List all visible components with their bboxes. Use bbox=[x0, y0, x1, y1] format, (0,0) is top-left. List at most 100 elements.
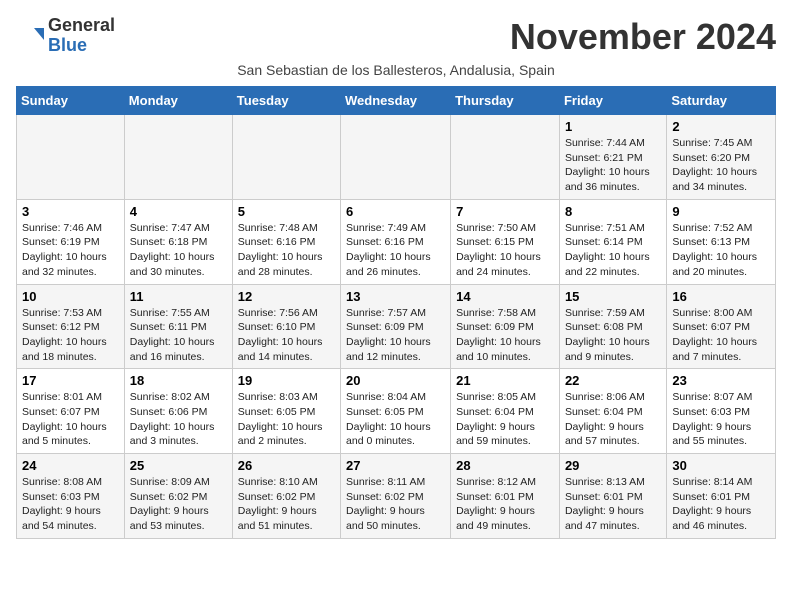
calendar-cell: 9 Sunrise: 7:52 AM Sunset: 6:13 PM Daylig… bbox=[667, 199, 776, 284]
day-number: 21 bbox=[456, 373, 554, 388]
location-subtitle: San Sebastian de los Ballesteros, Andalu… bbox=[16, 62, 776, 78]
calendar-header-row: SundayMondayTuesdayWednesdayThursdayFrid… bbox=[17, 87, 776, 115]
day-number: 29 bbox=[565, 458, 661, 473]
day-number: 8 bbox=[565, 204, 661, 219]
day-info: Sunrise: 7:50 AM Sunset: 6:15 PM Dayligh… bbox=[456, 221, 554, 280]
day-info: Sunrise: 7:53 AM Sunset: 6:12 PM Dayligh… bbox=[22, 306, 119, 365]
header-saturday: Saturday bbox=[667, 87, 776, 115]
calendar-cell: 17 Sunrise: 8:01 AM Sunset: 6:07 PM Dayli… bbox=[17, 369, 125, 454]
calendar-cell: 18 Sunrise: 8:02 AM Sunset: 6:06 PM Dayli… bbox=[124, 369, 232, 454]
day-info: Sunrise: 7:52 AM Sunset: 6:13 PM Dayligh… bbox=[672, 221, 770, 280]
day-info: Sunrise: 8:03 AM Sunset: 6:05 PM Dayligh… bbox=[238, 390, 335, 449]
day-number: 5 bbox=[238, 204, 335, 219]
calendar-cell: 29 Sunrise: 8:13 AM Sunset: 6:01 PM Dayli… bbox=[559, 454, 666, 539]
week-row-4: 24Sunrise: 8:08 AM Sunset: 6:03 PM Dayli… bbox=[17, 454, 776, 539]
day-info: Sunrise: 7:49 AM Sunset: 6:16 PM Dayligh… bbox=[346, 221, 445, 280]
header-friday: Friday bbox=[559, 87, 666, 115]
calendar-cell: 20 Sunrise: 8:04 AM Sunset: 6:05 PM Dayli… bbox=[341, 369, 451, 454]
calendar-cell: 2 Sunrise: 7:45 AM Sunset: 6:20 PM Daylig… bbox=[667, 115, 776, 200]
day-number: 2 bbox=[672, 119, 770, 134]
calendar-cell: 22Sunrise: 8:06 AM Sunset: 6:04 PM Dayli… bbox=[559, 369, 666, 454]
day-info: Sunrise: 7:46 AM Sunset: 6:19 PM Dayligh… bbox=[22, 221, 119, 280]
day-info: Sunrise: 8:04 AM Sunset: 6:05 PM Dayligh… bbox=[346, 390, 445, 449]
day-info: Sunrise: 8:02 AM Sunset: 6:06 PM Dayligh… bbox=[130, 390, 227, 449]
day-info: Sunrise: 7:48 AM Sunset: 6:16 PM Dayligh… bbox=[238, 221, 335, 280]
day-info: Sunrise: 7:51 AM Sunset: 6:14 PM Dayligh… bbox=[565, 221, 661, 280]
day-info: Sunrise: 8:10 AM Sunset: 6:02 PM Dayligh… bbox=[238, 475, 335, 534]
day-number: 18 bbox=[130, 373, 227, 388]
calendar-cell: 23 Sunrise: 8:07 AM Sunset: 6:03 PM Dayli… bbox=[667, 369, 776, 454]
day-info: Sunrise: 8:08 AM Sunset: 6:03 PM Dayligh… bbox=[22, 475, 119, 534]
calendar-cell: 25 Sunrise: 8:09 AM Sunset: 6:02 PM Dayli… bbox=[124, 454, 232, 539]
calendar-cell: 30 Sunrise: 8:14 AM Sunset: 6:01 PM Dayli… bbox=[667, 454, 776, 539]
day-info: Sunrise: 8:01 AM Sunset: 6:07 PM Dayligh… bbox=[22, 390, 119, 449]
calendar-cell bbox=[232, 115, 340, 200]
day-number: 4 bbox=[130, 204, 227, 219]
calendar-cell: 16 Sunrise: 8:00 AM Sunset: 6:07 PM Dayli… bbox=[667, 284, 776, 369]
day-number: 12 bbox=[238, 289, 335, 304]
day-info: Sunrise: 7:55 AM Sunset: 6:11 PM Dayligh… bbox=[130, 306, 227, 365]
day-number: 9 bbox=[672, 204, 770, 219]
calendar-cell: 8 Sunrise: 7:51 AM Sunset: 6:14 PM Daylig… bbox=[559, 199, 666, 284]
day-number: 22 bbox=[565, 373, 661, 388]
calendar-cell: 26 Sunrise: 8:10 AM Sunset: 6:02 PM Dayli… bbox=[232, 454, 340, 539]
day-info: Sunrise: 7:57 AM Sunset: 6:09 PM Dayligh… bbox=[346, 306, 445, 365]
day-number: 6 bbox=[346, 204, 445, 219]
calendar-cell: 15 Sunrise: 7:59 AM Sunset: 6:08 PM Dayli… bbox=[559, 284, 666, 369]
week-row-2: 10 Sunrise: 7:53 AM Sunset: 6:12 PM Dayli… bbox=[17, 284, 776, 369]
day-number: 3 bbox=[22, 204, 119, 219]
calendar-cell: 21 Sunrise: 8:05 AM Sunset: 6:04 PM Dayli… bbox=[451, 369, 560, 454]
calendar-cell: 14 Sunrise: 7:58 AM Sunset: 6:09 PM Dayli… bbox=[451, 284, 560, 369]
day-number: 1 bbox=[565, 119, 661, 134]
calendar-cell: 7Sunrise: 7:50 AM Sunset: 6:15 PM Daylig… bbox=[451, 199, 560, 284]
calendar-cell: 6 Sunrise: 7:49 AM Sunset: 6:16 PM Daylig… bbox=[341, 199, 451, 284]
day-info: Sunrise: 8:09 AM Sunset: 6:02 PM Dayligh… bbox=[130, 475, 227, 534]
day-number: 15 bbox=[565, 289, 661, 304]
day-info: Sunrise: 7:47 AM Sunset: 6:18 PM Dayligh… bbox=[130, 221, 227, 280]
day-number: 28 bbox=[456, 458, 554, 473]
day-info: Sunrise: 8:00 AM Sunset: 6:07 PM Dayligh… bbox=[672, 306, 770, 365]
day-info: Sunrise: 8:05 AM Sunset: 6:04 PM Dayligh… bbox=[456, 390, 554, 449]
header-sunday: Sunday bbox=[17, 87, 125, 115]
day-number: 30 bbox=[672, 458, 770, 473]
month-title: November 2024 bbox=[510, 16, 776, 58]
day-number: 25 bbox=[130, 458, 227, 473]
logo: General Blue bbox=[16, 16, 115, 56]
header-thursday: Thursday bbox=[451, 87, 560, 115]
day-number: 19 bbox=[238, 373, 335, 388]
calendar-cell: 10 Sunrise: 7:53 AM Sunset: 6:12 PM Dayli… bbox=[17, 284, 125, 369]
day-number: 16 bbox=[672, 289, 770, 304]
day-info: Sunrise: 8:07 AM Sunset: 6:03 PM Dayligh… bbox=[672, 390, 770, 449]
calendar-cell bbox=[17, 115, 125, 200]
logo-general-text: General bbox=[48, 15, 115, 35]
day-info: Sunrise: 7:59 AM Sunset: 6:08 PM Dayligh… bbox=[565, 306, 661, 365]
logo-blue-text: Blue bbox=[48, 35, 87, 55]
day-number: 20 bbox=[346, 373, 445, 388]
calendar-cell bbox=[451, 115, 560, 200]
day-number: 17 bbox=[22, 373, 119, 388]
week-row-0: 1 Sunrise: 7:44 AM Sunset: 6:21 PM Daylig… bbox=[17, 115, 776, 200]
calendar-cell: 13Sunrise: 7:57 AM Sunset: 6:09 PM Dayli… bbox=[341, 284, 451, 369]
day-number: 10 bbox=[22, 289, 119, 304]
calendar-cell: 5 Sunrise: 7:48 AM Sunset: 6:16 PM Daylig… bbox=[232, 199, 340, 284]
header-wednesday: Wednesday bbox=[341, 87, 451, 115]
day-info: Sunrise: 8:14 AM Sunset: 6:01 PM Dayligh… bbox=[672, 475, 770, 534]
calendar-table: SundayMondayTuesdayWednesdayThursdayFrid… bbox=[16, 86, 776, 539]
header-monday: Monday bbox=[124, 87, 232, 115]
day-number: 11 bbox=[130, 289, 227, 304]
calendar-cell: 1 Sunrise: 7:44 AM Sunset: 6:21 PM Daylig… bbox=[559, 115, 666, 200]
day-info: Sunrise: 7:56 AM Sunset: 6:10 PM Dayligh… bbox=[238, 306, 335, 365]
calendar-cell: 3 Sunrise: 7:46 AM Sunset: 6:19 PM Daylig… bbox=[17, 199, 125, 284]
calendar-cell: 27Sunrise: 8:11 AM Sunset: 6:02 PM Dayli… bbox=[341, 454, 451, 539]
day-info: Sunrise: 8:13 AM Sunset: 6:01 PM Dayligh… bbox=[565, 475, 661, 534]
calendar-cell: 11 Sunrise: 7:55 AM Sunset: 6:11 PM Dayli… bbox=[124, 284, 232, 369]
calendar-cell: 19 Sunrise: 8:03 AM Sunset: 6:05 PM Dayli… bbox=[232, 369, 340, 454]
day-number: 23 bbox=[672, 373, 770, 388]
day-number: 26 bbox=[238, 458, 335, 473]
day-number: 14 bbox=[456, 289, 554, 304]
day-info: Sunrise: 7:58 AM Sunset: 6:09 PM Dayligh… bbox=[456, 306, 554, 365]
calendar-cell: 28Sunrise: 8:12 AM Sunset: 6:01 PM Dayli… bbox=[451, 454, 560, 539]
day-info: Sunrise: 7:44 AM Sunset: 6:21 PM Dayligh… bbox=[565, 136, 661, 195]
header-tuesday: Tuesday bbox=[232, 87, 340, 115]
day-info: Sunrise: 7:45 AM Sunset: 6:20 PM Dayligh… bbox=[672, 136, 770, 195]
